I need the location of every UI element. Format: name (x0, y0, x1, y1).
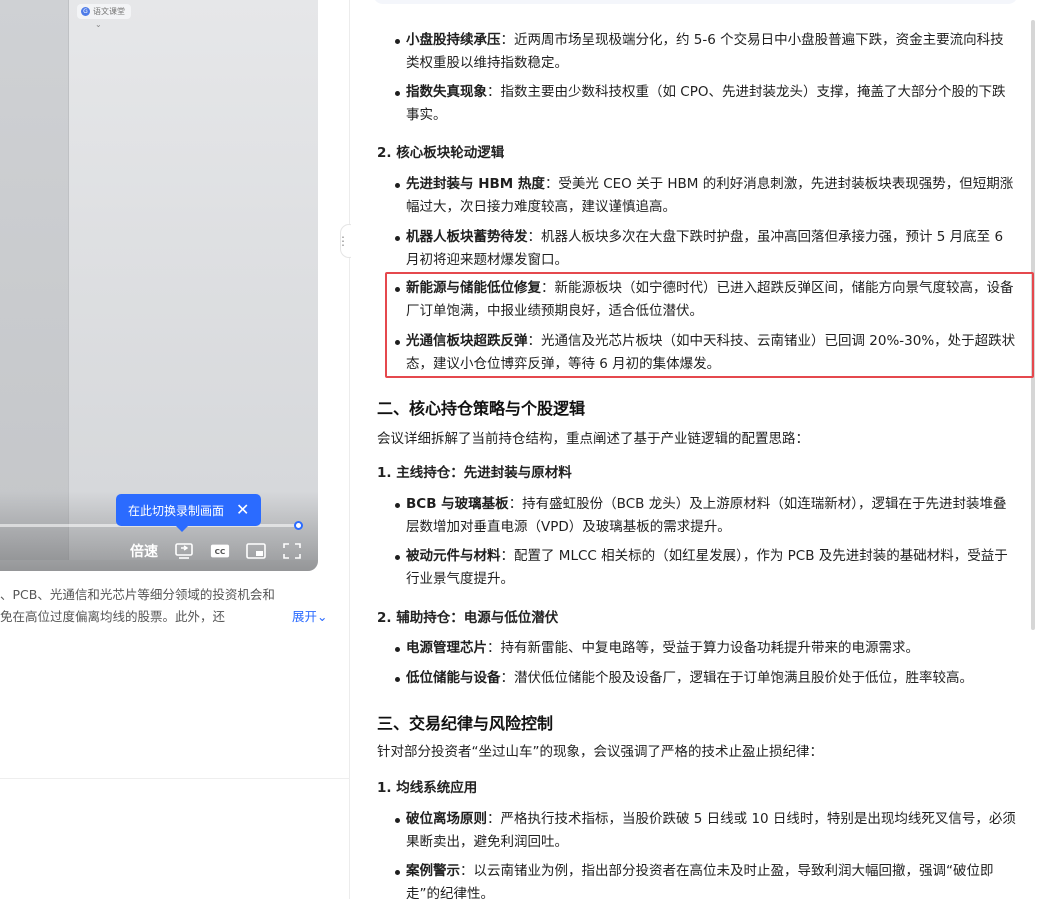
video-pill: G 语文课堂 (77, 4, 131, 19)
subtitles-icon[interactable]: CC (210, 542, 230, 560)
expand-link[interactable]: 展开⌄ (278, 606, 328, 628)
video-slide-left (0, 0, 68, 560)
subheading: 2. 核心板块轮动逻辑 (377, 145, 505, 161)
bullet-text: ：以云南锗业为例，指出部分投资者在高位未及时止盈，导致利润大幅回撤，强调“破位即… (406, 863, 994, 899)
right-pane: 小盘股持续承压：近两周市场呈现极端分化，约 5-6 个交易日中小盘股普遍下跌，资… (351, 0, 1039, 899)
bullet-title: 电源管理芯片 (406, 640, 487, 656)
svg-text:CC: CC (215, 547, 226, 556)
highlight-annotation-box (385, 272, 1034, 378)
list-item: 小盘股持续承压：近两周市场呈现极端分化，约 5-6 个交易日中小盘股普遍下跌，资… (377, 29, 1017, 75)
fullscreen-icon[interactable] (282, 542, 302, 560)
list-item: 机器人板块蓄势待发：机器人板块多次在大盘下跌时护盘，虽冲高回落但承接力强，预计 … (377, 226, 1017, 272)
bullet-text: ：指数主要由少数科技权重（如 CPO、先进封装龙头）支撑，掩盖了大部分个股的下跌… (406, 84, 1006, 123)
video-slide-right (68, 0, 318, 560)
list-item: 案例警示：以云南锗业为例，指出部分投资者在高位未及时止盈，导致利润大幅回撤，强调… (377, 860, 1017, 899)
chevron-down-icon: ⌄ (317, 609, 328, 624)
app-logo-icon: G (81, 7, 90, 16)
subheading: 1. 主线持仓：先进封装与原材料 (377, 465, 572, 481)
list-item: 指数失真现象：指数主要由少数科技权重（如 CPO、先进封装龙头）支撑，掩盖了大部… (377, 81, 1017, 127)
bullet-title: BCB 与玻璃基板 (406, 496, 509, 512)
list-item: 电源管理芯片：持有新雷能、中复电路等，受益于算力设备功耗提升带来的电源需求。 (377, 637, 1017, 660)
video-pill-label: 语文课堂 (93, 7, 125, 16)
close-icon[interactable]: ✕ (236, 502, 249, 518)
switch-screen-icon[interactable] (174, 542, 194, 560)
bullet-title: 被动元件与材料 (406, 548, 501, 564)
bullet-title: 先进封装与 HBM 热度 (406, 176, 545, 192)
video-controls: 倍速 CC (130, 540, 302, 562)
subheading: 1. 均线系统应用 (377, 780, 478, 796)
bullet-title: 小盘股持续承压 (406, 32, 501, 48)
list-item: 破位离场原则：严格执行技术指标，当股价跌破 5 日线或 10 日线时，特别是出现… (377, 808, 1017, 854)
video-frame: G 语文课堂 ⌄ (0, 0, 318, 560)
chevron-down-icon: ⌄ (95, 20, 102, 29)
summary-line: 、PCB、光通信和光芯片等细分领域的投资机会和 (0, 587, 275, 602)
top-card-edge (373, 0, 1018, 4)
list-item: 被动元件与材料：配置了 MLCC 相关标的（如红星发展），作为 PCB 及先进封… (377, 545, 1017, 591)
divider (0, 778, 350, 779)
bullet-text: ：严格执行技术指标，当股价跌破 5 日线或 10 日线时，特别是出现均线死叉信号… (406, 811, 1016, 850)
section-title: 二、核心持仓策略与个股逻辑 (377, 399, 586, 418)
bullet-title: 指数失真现象 (406, 84, 487, 100)
bullet-text: ：持有新雷能、中复电路等，受益于算力设备功耗提升带来的电源需求。 (487, 640, 919, 656)
subheading: 2. 辅助持仓：电源与低位潜伏 (377, 610, 559, 626)
video-progress-knob[interactable] (294, 521, 303, 530)
summary-fade (232, 606, 280, 628)
bullet-text: ：潜伏低位储能个股及设备厂，逻辑在于订单饱满且股价处于低位，胜率较高。 (500, 670, 974, 686)
picture-in-picture-icon[interactable] (246, 542, 266, 560)
switch-recording-tooltip: 在此切换录制画面 ✕ (116, 494, 262, 532)
tooltip-label: 在此切换录制画面 (128, 503, 225, 518)
bullet-title: 机器人板块蓄势待发 (406, 229, 528, 245)
list-item: 先进封装与 HBM 热度：受美光 CEO 关于 HBM 的利好消息刺激，先进封装… (377, 173, 1017, 219)
bullet-title: 低位储能与设备 (406, 670, 501, 686)
bullet-title: 破位离场原则 (406, 811, 487, 827)
list-item: 低位储能与设备：潜伏低位储能个股及设备厂，逻辑在于订单饱满且股价处于低位，胜率较… (377, 667, 1017, 690)
video-player[interactable]: G 语文课堂 ⌄ 倍速 CC (0, 0, 318, 571)
expand-label: 展开 (292, 609, 318, 624)
left-pane: G 语文课堂 ⌄ 倍速 CC 在此切换录制画面 ✕ 、PCB、光通信和光芯片等细… (0, 0, 350, 899)
section-title: 三、交易纪律与风险控制 (377, 714, 554, 733)
section-intro: 会议详细拆解了当前持仓结构，重点阐述了基于产业链逻辑的配置思路： (377, 431, 809, 447)
section-intro: 针对部分投资者“坐过山车”的现象，会议强调了严格的技术止盈止损纪律： (377, 744, 823, 760)
bullet-title: 案例警示 (406, 863, 460, 879)
speed-button[interactable]: 倍速 (130, 541, 158, 561)
list-item: BCB 与玻璃基板：持有盛虹股份（BCB 龙头）及上游原材料（如连瑞新材），逻辑… (377, 493, 1017, 539)
